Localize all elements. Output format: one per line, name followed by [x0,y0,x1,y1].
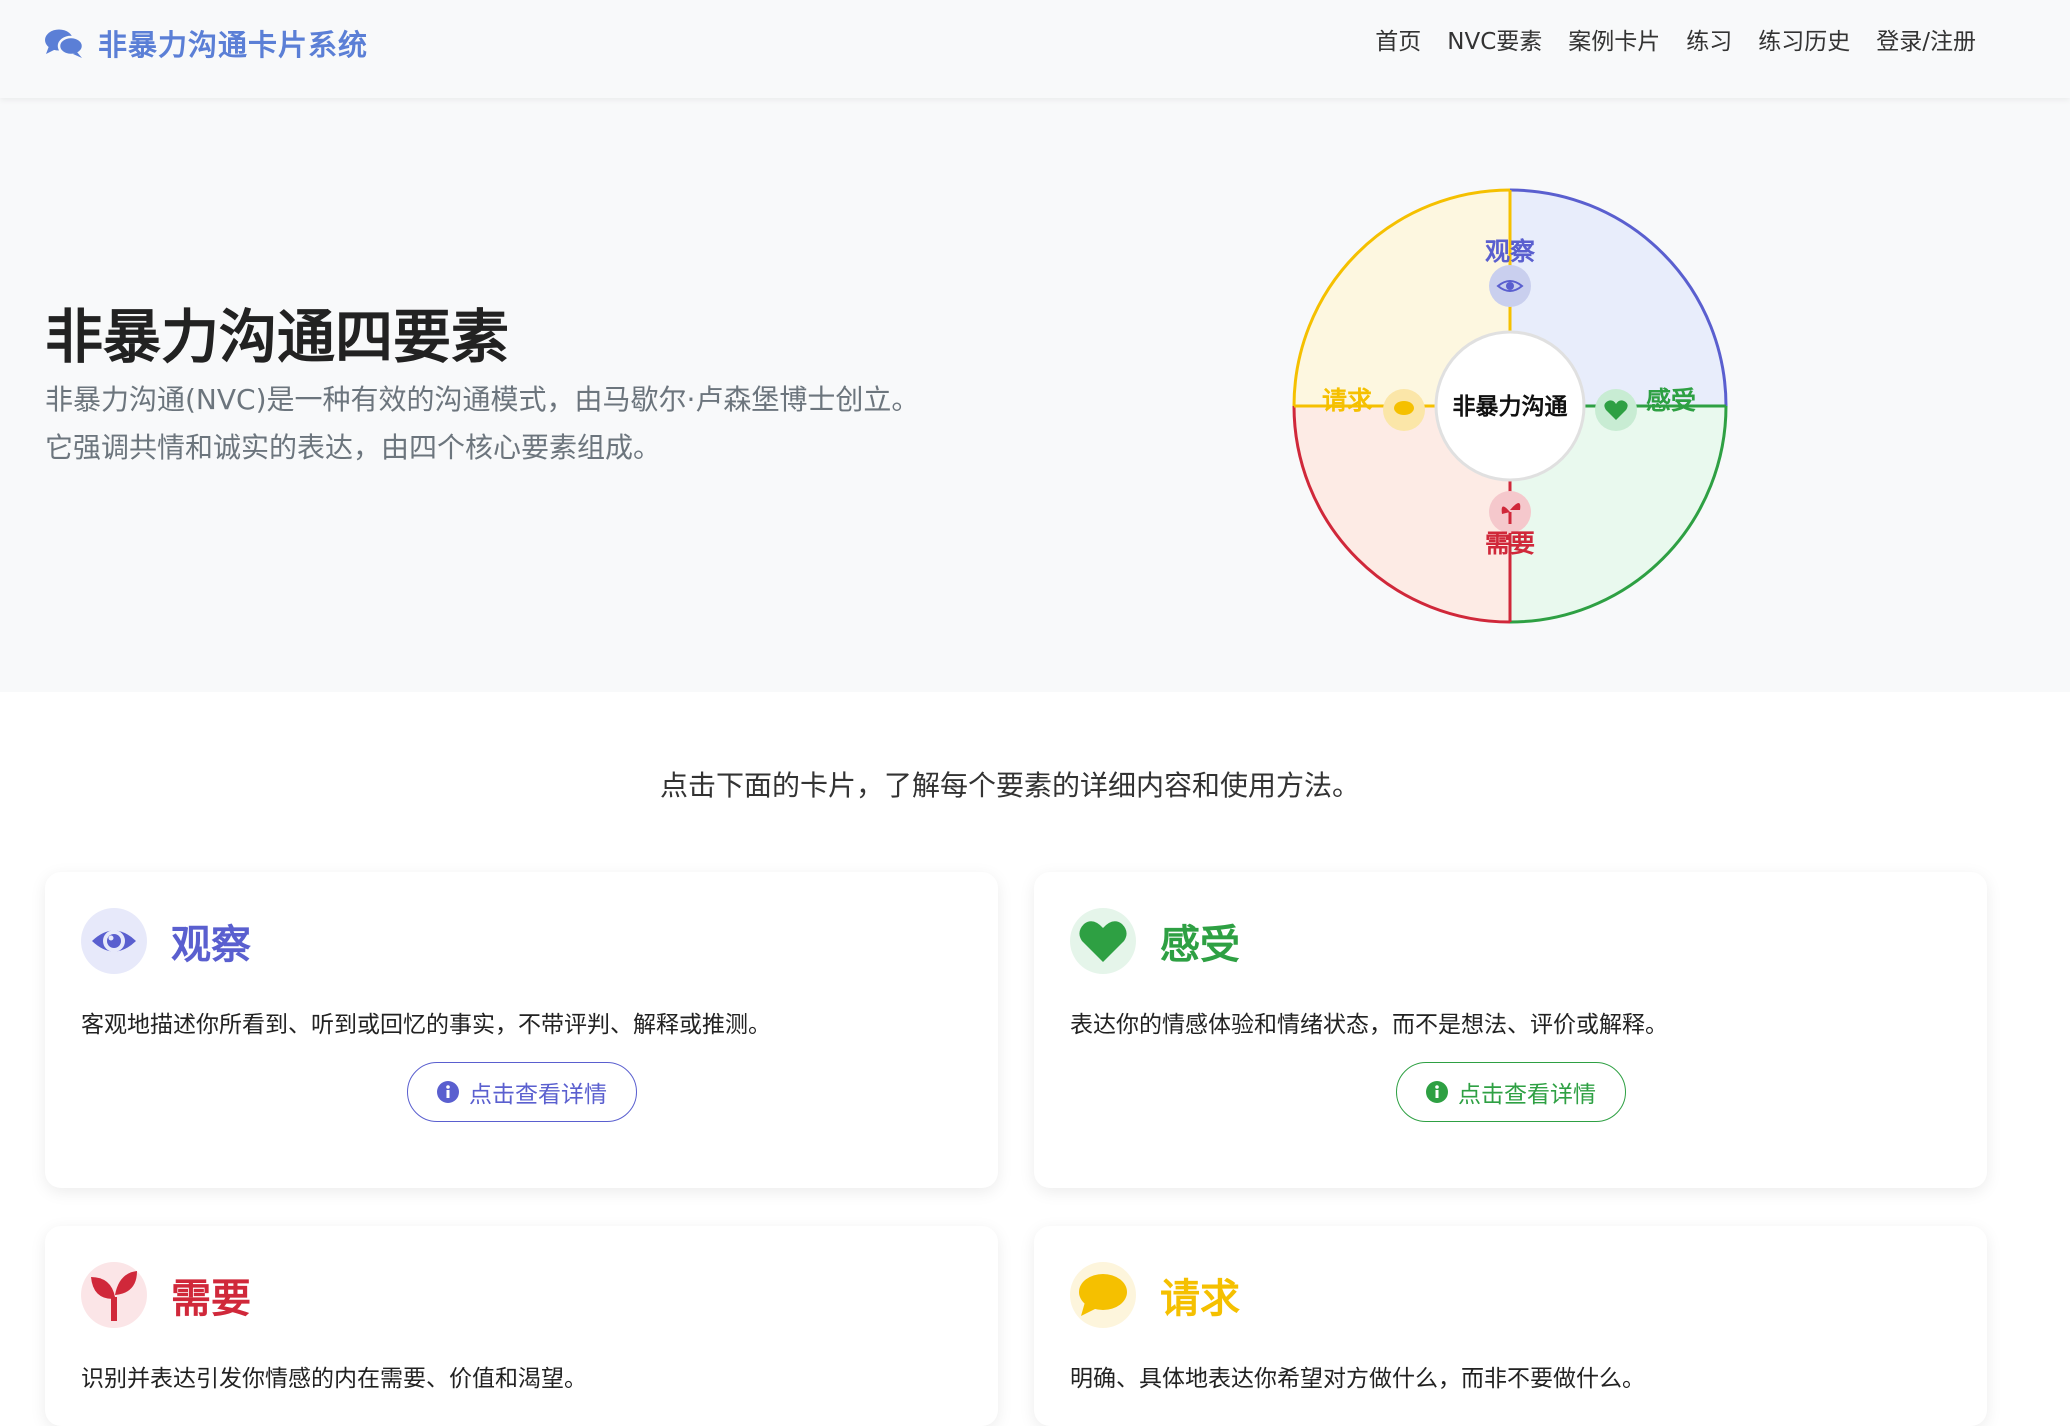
card-request-title: 请求 [1160,1276,1240,1322]
comment-icon [1394,401,1414,415]
diagram-center-label: 非暴力沟通 [1453,393,1568,420]
diagram-label-request: 请求 [1322,386,1372,415]
card-need[interactable]: 需要 识别并表达引发你情感的内在需要、价值和渴望。 [45,1226,998,1426]
diagram-label-need: 需要 [1485,529,1535,558]
card-feeling-details-button[interactable]: 点击查看详情 [1396,1062,1626,1122]
card-request-icon-wrap [1070,1262,1136,1328]
card-observation[interactable]: 观察 客观地描述你所看到、听到或回忆的事实，不带评判、解释或推测。 点击查看详情 [45,872,998,1188]
heart-icon [1079,921,1127,962]
diagram-label-observation: 观察 [1485,237,1536,266]
diagram-label-feeling: 感受 [1646,386,1696,415]
comment-icon [1079,1274,1127,1316]
info-circle-icon [437,1081,459,1103]
nav-item-nvc-elements[interactable]: NVC要素 [1447,24,1542,60]
hero-description: 非暴力沟通(NVC)是一种有效的沟通模式，由马歇尔·卢森堡博士创立。 它强调共情… [45,376,1005,472]
card-need-desc: 识别并表达引发你情感的内在需要、价值和渴望。 [81,1366,587,1392]
card-request[interactable]: 请求 明确、具体地表达你希望对方做什么，而非不要做什么。 [1034,1226,1987,1426]
nav-item-practice-history[interactable]: 练习历史 [1758,24,1850,60]
nav-menu: 首页 NVC要素 案例卡片 练习 练习历史 登录/注册 [1375,24,1976,60]
nav-item-practice[interactable]: 练习 [1686,24,1732,60]
brand-title: 非暴力沟通卡片系统 [98,28,369,62]
hero-title: 非暴力沟通四要素 [45,303,510,371]
brand[interactable]: 非暴力沟通卡片系统 [44,22,368,64]
hero-desc-line-1: 非暴力沟通(NVC)是一种有效的沟通模式，由马歇尔·卢森堡博士创立。 [45,383,920,416]
nav-item-case-cards[interactable]: 案例卡片 [1568,24,1660,60]
card-observation-desc: 客观地描述你所看到、听到或回忆的事实，不带评判、解释或推测。 [81,1012,771,1038]
card-feeling-icon-wrap [1070,908,1136,974]
info-circle-icon [1426,1081,1448,1103]
eye-icon [92,930,136,952]
card-feeling-desc: 表达你的情感体验和情绪状态，而不是想法、评价或解释。 [1070,1012,1668,1038]
card-observation-button-label: 点击查看详情 [469,1082,607,1108]
nav-item-login-register[interactable]: 登录/注册 [1876,24,1976,60]
card-request-desc: 明确、具体地表达你希望对方做什么，而非不要做什么。 [1070,1366,1645,1392]
hero-desc-line-2: 它强调共情和诚实的表达，由四个核心要素组成。 [45,431,662,464]
hero-section: 非暴力沟通四要素 非暴力沟通(NVC)是一种有效的沟通模式，由马歇尔·卢森堡博士… [0,98,2070,692]
card-feeling-title: 感受 [1160,922,1240,968]
intro-text: 点击下面的卡片，了解每个要素的详细内容和使用方法。 [659,769,1360,802]
navbar: 非暴力沟通卡片系统 首页 NVC要素 案例卡片 练习 练习历史 登录/注册 [0,0,2070,98]
nvc-circle-diagram: 观察 感受 需要 请求 非暴力沟通 [1292,188,1728,624]
card-observation-icon-wrap [81,908,147,974]
card-need-title: 需要 [171,1276,251,1322]
card-need-icon-wrap [81,1262,147,1328]
comments-icon [45,29,84,58]
card-feeling-button-label: 点击查看详情 [1458,1082,1596,1108]
card-feeling[interactable]: 感受 表达你的情感体验和情绪状态，而不是想法、评价或解释。 点击查看详情 [1034,872,1987,1188]
seedling-icon [91,1271,137,1321]
card-observation-title: 观察 [171,922,251,968]
nav-item-home[interactable]: 首页 [1375,24,1421,60]
card-observation-details-button[interactable]: 点击查看详情 [407,1062,637,1122]
